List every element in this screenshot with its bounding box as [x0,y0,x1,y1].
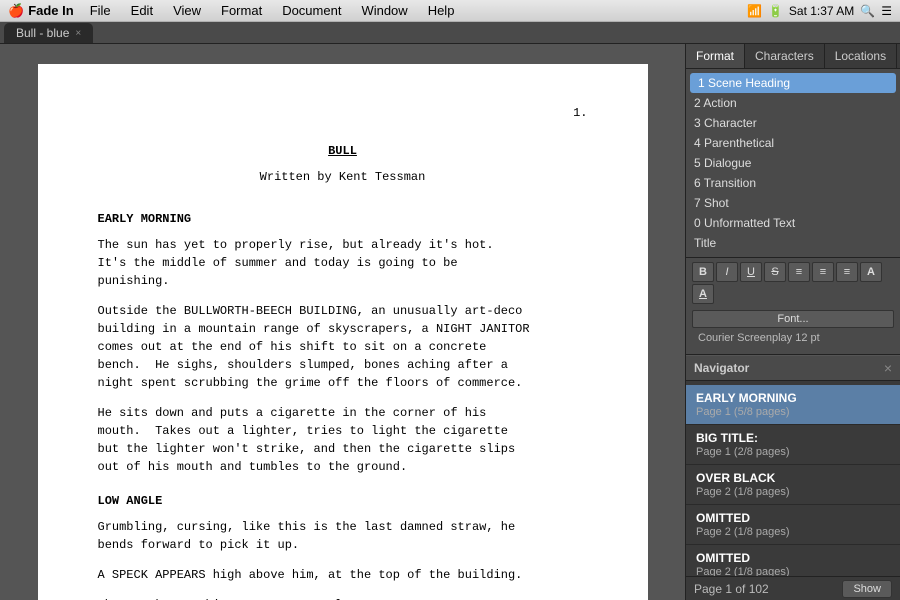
tab-close-button[interactable]: × [75,28,81,39]
nav-item-title: OMITTED [696,511,890,525]
format-item-unformatted-text[interactable]: 0 Unformatted Text [686,213,900,233]
app-window: Bull - blue × 1. BULL Written by Kent Te… [0,22,900,600]
format-item-transition[interactable]: 6 Transition [686,173,900,193]
script-byline: Written by Kent Tessman [98,168,588,186]
nav-item-title: BIG TITLE: [696,431,890,445]
nav-item-page: Page 2 (1/8 pages) [696,566,890,576]
tab-format[interactable]: Format [686,44,745,68]
menubar: 🍎 Fade In File Edit View Format Document… [0,0,900,22]
list-icon[interactable]: ☰ [881,4,892,18]
action-block: The sun has yet to properly rise, but al… [98,236,588,290]
tab-label: Bull - blue [16,26,69,40]
action-block: A SPECK APPEARS high above him, at the t… [98,566,588,584]
app-name: Fade In [28,3,74,18]
strikethrough-button[interactable]: S [764,262,786,282]
nav-item-page: Page 1 (2/8 pages) [696,446,890,458]
tab-locations[interactable]: Locations [825,44,897,68]
align-center-button[interactable]: ≡ [812,262,834,282]
main-content: 1. BULL Written by Kent Tessman EARLY MO… [0,44,900,600]
align-right-button[interactable]: ≡ [836,262,858,282]
nav-list: EARLY MORNINGPage 1 (5/8 pages)BIG TITLE… [686,381,900,576]
underline-button[interactable]: U [740,262,762,282]
font-button[interactable]: Font... [692,310,894,328]
format-item-shot[interactable]: 7 Shot [686,193,900,213]
menu-window[interactable]: Window [353,2,415,19]
page-info: Page 1 of 102 [694,582,769,596]
tab-bull-blue[interactable]: Bull - blue × [4,23,93,43]
menu-file[interactable]: File [82,2,119,19]
action-block: He sits down and puts a cigarette in the… [98,404,588,476]
status-bar: Page 1 of 102 Show [686,576,900,600]
format-item-parenthetical[interactable]: 4 Parenthetical [686,133,900,153]
nav-item-page: Page 1 (5/8 pages) [696,406,890,418]
right-panel: Format Characters Locations Other 1 Scen… [685,44,900,600]
font-label: Courier Screenplay 12 pt [692,330,826,350]
action-block: Outside the BULLWORTH-BEECH BUILDING, an… [98,302,588,392]
nav-item[interactable]: OMITTEDPage 2 (1/8 pages) [686,505,900,545]
nav-item-title: OVER BLACK [696,471,890,485]
nav-item-page: Page 2 (1/8 pages) [696,526,890,538]
scene-heading: EARLY MORNING [98,210,588,228]
nav-item[interactable]: OVER BLACKPage 2 (1/8 pages) [686,465,900,505]
scene-heading: LOW ANGLE [98,492,588,510]
script-content: EARLY MORNING The sun has yet to properly… [98,210,588,600]
menu-document[interactable]: Document [274,2,349,19]
script-title: BULL [98,142,588,160]
script-page: 1. BULL Written by Kent Tessman EARLY MO… [38,64,648,600]
highlight-button[interactable]: A [692,284,714,304]
menu-format[interactable]: Format [213,2,270,19]
format-panel: Format Characters Locations Other 1 Scen… [686,44,900,355]
apple-icon: 🍎 [8,3,24,19]
format-list: 1 Scene Heading2 Action3 Character4 Pare… [686,69,900,257]
nav-item[interactable]: EARLY MORNINGPage 1 (5/8 pages) [686,385,900,425]
align-left-button[interactable]: ≡ [788,262,810,282]
format-item-title[interactable]: Title [686,233,900,253]
format-item-scene-heading[interactable]: 1 Scene Heading [690,73,896,93]
nav-item-page: Page 2 (1/8 pages) [696,486,890,498]
nav-item[interactable]: OMITTEDPage 2 (1/8 pages) [686,545,900,576]
action-block: Grumbling, cursing, like this is the las… [98,518,588,554]
format-toolbar: B I U S ≡ ≡ ≡ A A Font... Courier Screen… [686,257,900,354]
panel-tabs: Format Characters Locations Other [686,44,900,69]
format-item-character[interactable]: 3 Character [686,113,900,133]
menu-edit[interactable]: Edit [123,2,161,19]
nav-item[interactable]: BIG TITLE:Page 1 (2/8 pages) [686,425,900,465]
format-item-action[interactable]: 2 Action [686,93,900,113]
menu-view[interactable]: View [165,2,209,19]
navigator-close-button[interactable]: × [884,360,892,376]
search-icon[interactable]: 🔍 [860,4,875,18]
italic-button[interactable]: I [716,262,738,282]
battery-icon: 🔋 [768,4,783,18]
navigator-panel: Navigator × EARLY MORNINGPage 1 (5/8 pag… [686,355,900,600]
bold-button[interactable]: B [692,262,714,282]
show-button[interactable]: Show [842,580,892,598]
menu-help[interactable]: Help [420,2,463,19]
text-color-button[interactable]: A [860,262,882,282]
tab-characters[interactable]: Characters [745,44,825,68]
navigator-header: Navigator × [686,355,900,381]
time-display: Sat 1:37 AM [789,4,854,18]
script-area[interactable]: 1. BULL Written by Kent Tessman EARLY MO… [0,44,685,600]
format-item-dialogue[interactable]: 5 Dialogue [686,153,900,173]
tab-bar: Bull - blue × [0,22,900,44]
wifi-icon: 📶 [747,4,762,18]
menubar-right: 📶 🔋 Sat 1:37 AM 🔍 ☰ [747,4,892,18]
nav-item-title: OMITTED [696,551,890,565]
page-number: 1. [98,104,588,122]
nav-item-title: EARLY MORNING [696,391,890,405]
action-block: The speck gets bigger. It gets closer. [98,596,588,600]
navigator-title: Navigator [694,361,749,375]
